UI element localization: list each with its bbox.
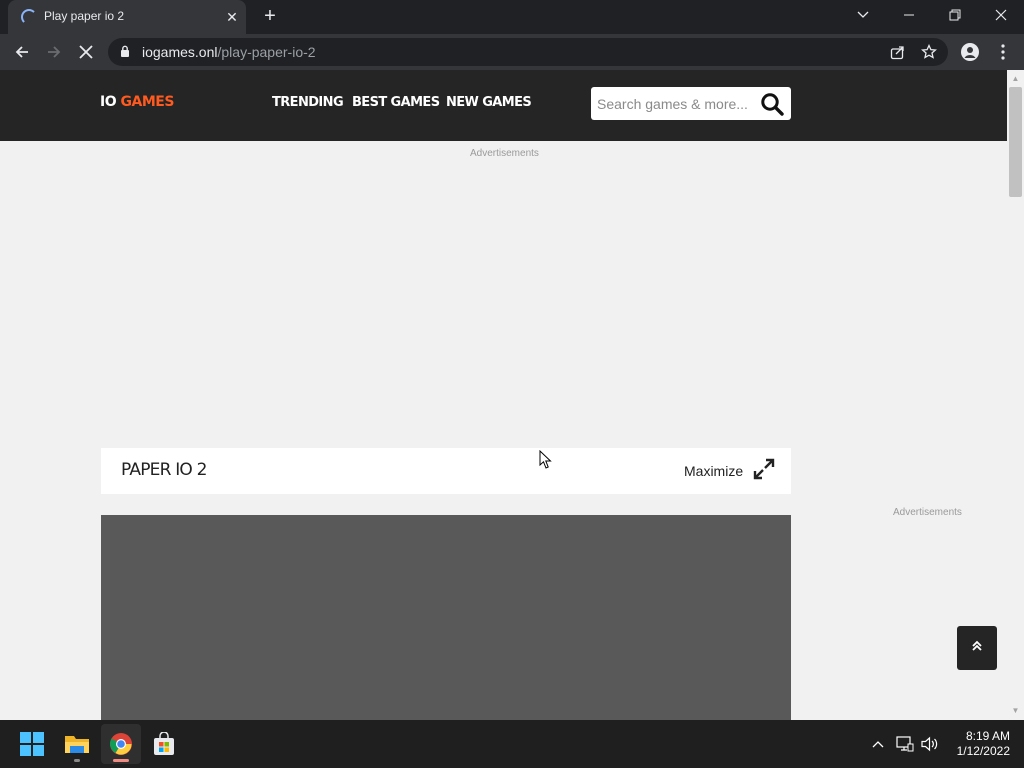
browser-tabstrip: Play paper io 2 ✕ + [0, 0, 1024, 34]
minimize-button[interactable] [886, 0, 932, 30]
clock-time: 8:19 AM [965, 729, 1010, 743]
forward-button[interactable] [40, 38, 68, 66]
side-ad-label: Advertisements [893, 507, 962, 518]
browser-toolbar: iogames.onl/play-paper-io-2 [0, 34, 1024, 70]
menu-kebab-icon[interactable] [989, 38, 1017, 66]
logo-io-text: IO [100, 94, 117, 110]
share-icon[interactable] [887, 42, 907, 62]
scroll-to-top-button[interactable] [957, 626, 997, 670]
tab-search-chevron-icon[interactable] [840, 0, 886, 30]
address-bar[interactable]: iogames.onl/play-paper-io-2 [108, 38, 948, 66]
top-ad-label: Advertisements [470, 148, 539, 159]
network-icon[interactable] [895, 734, 915, 754]
scroll-up-arrow-icon[interactable]: ▲ [1011, 74, 1020, 83]
bookmark-star-icon[interactable] [919, 42, 939, 62]
microsoft-store-icon[interactable] [144, 724, 184, 764]
profile-avatar-icon[interactable] [956, 38, 984, 66]
close-icon[interactable]: ✕ [222, 7, 242, 27]
game-header: PAPER IO 2 Maximize [101, 448, 791, 494]
start-button[interactable] [12, 724, 52, 764]
logo-games-text: GAMES [120, 94, 175, 110]
maximize-button[interactable]: Maximize [684, 458, 775, 485]
restore-button[interactable] [932, 0, 978, 30]
stop-loading-button[interactable] [72, 38, 100, 66]
nav-trending[interactable]: TRENDING [272, 95, 344, 110]
site-logo[interactable]: IO GAMES [100, 94, 174, 110]
speaker-volume-icon[interactable] [920, 734, 940, 754]
game-frame[interactable] [101, 515, 791, 720]
double-chevron-up-icon [971, 639, 983, 657]
file-explorer-icon[interactable] [57, 724, 97, 764]
site-header: IO GAMES TRENDING BEST GAMES NEW GAMES [0, 70, 1007, 141]
nav-new-games[interactable]: NEW GAMES [446, 95, 532, 110]
page-viewport: IO GAMES TRENDING BEST GAMES NEW GAMES A… [0, 70, 1024, 720]
clock-date: 1/12/2022 [956, 744, 1010, 758]
taskbar-clock[interactable]: 8:19 AM 1/12/2022 [940, 729, 1010, 759]
url-host: iogames.onl [142, 44, 218, 60]
search-icon[interactable] [757, 90, 787, 118]
scrollbar-thumb[interactable] [1009, 87, 1022, 197]
page-scrollbar[interactable]: ▲ ▼ [1007, 70, 1024, 720]
scroll-down-arrow-icon[interactable]: ▼ [1011, 706, 1020, 715]
active-indicator [113, 759, 129, 762]
url-path: /play-paper-io-2 [217, 44, 316, 60]
game-title: PAPER IO 2 [121, 460, 207, 480]
chrome-taskbar-icon[interactable] [101, 724, 141, 764]
tab-title: Play paper io 2 [44, 9, 125, 23]
chevron-up-icon[interactable] [868, 734, 888, 754]
close-window-button[interactable] [978, 0, 1024, 30]
lock-icon[interactable] [120, 45, 130, 63]
search-box [591, 87, 791, 120]
nav-best-games[interactable]: BEST GAMES [352, 95, 440, 110]
search-input[interactable] [591, 87, 753, 120]
loading-spinner-icon [21, 9, 37, 25]
windows-taskbar: 8:19 AM 1/12/2022 [0, 720, 1024, 768]
new-tab-button[interactable]: + [258, 5, 282, 29]
back-button[interactable] [8, 38, 36, 66]
running-indicator [74, 759, 80, 762]
expand-arrows-icon [753, 458, 775, 485]
mouse-cursor-icon [539, 449, 553, 475]
browser-tab-active[interactable]: Play paper io 2 ✕ [8, 0, 246, 34]
maximize-label: Maximize [684, 463, 744, 479]
url-text[interactable]: iogames.onl/play-paper-io-2 [142, 44, 316, 60]
